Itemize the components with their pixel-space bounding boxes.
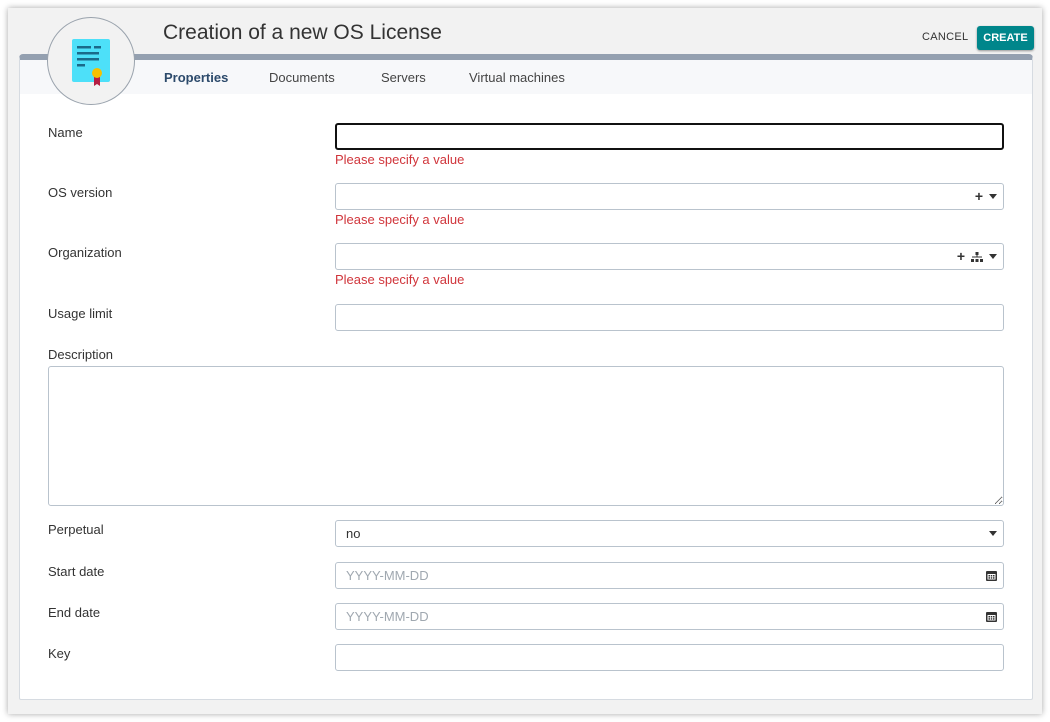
end-date-placeholder: YYYY-MM-DD bbox=[346, 609, 429, 624]
calendar-icon[interactable] bbox=[986, 570, 997, 581]
chevron-down-icon[interactable] bbox=[989, 531, 997, 536]
start-date-placeholder: YYYY-MM-DD bbox=[346, 568, 429, 583]
name-error: Please specify a value bbox=[335, 152, 465, 167]
tab-servers[interactable]: Servers bbox=[381, 70, 426, 85]
page-title: Creation of a new OS License bbox=[163, 21, 442, 44]
tab-virtual-machines[interactable]: Virtual machines bbox=[469, 70, 565, 85]
tab-documents[interactable]: Documents bbox=[269, 70, 335, 85]
os-version-error: Please specify a value bbox=[335, 212, 465, 227]
usage-limit-label: Usage limit bbox=[48, 306, 113, 321]
name-input[interactable] bbox=[335, 123, 1004, 150]
perpetual-value: no bbox=[346, 526, 361, 541]
start-date-input[interactable]: YYYY-MM-DD bbox=[335, 562, 1004, 589]
description-label: Description bbox=[48, 347, 114, 362]
organization-error: Please specify a value bbox=[335, 272, 465, 287]
perpetual-label: Perpetual bbox=[48, 522, 104, 537]
os-version-label: OS version bbox=[48, 185, 113, 200]
name-label: Name bbox=[48, 125, 83, 140]
description-textarea[interactable] bbox=[48, 366, 1004, 506]
license-avatar bbox=[47, 17, 135, 105]
os-version-select[interactable]: + bbox=[335, 183, 1004, 210]
organization-select[interactable]: + bbox=[335, 243, 1004, 270]
usage-limit-input[interactable] bbox=[335, 304, 1004, 331]
create-button[interactable]: CREATE bbox=[977, 26, 1034, 50]
end-date-input[interactable]: YYYY-MM-DD bbox=[335, 603, 1004, 630]
key-input[interactable] bbox=[335, 644, 1004, 671]
tab-properties[interactable]: Properties bbox=[164, 70, 228, 85]
chevron-down-icon[interactable] bbox=[989, 254, 997, 259]
key-label: Key bbox=[48, 646, 71, 661]
plus-icon[interactable]: + bbox=[975, 184, 983, 209]
organization-label: Organization bbox=[48, 245, 122, 260]
chevron-down-icon[interactable] bbox=[989, 194, 997, 199]
plus-icon[interactable]: + bbox=[957, 244, 965, 269]
start-date-label: Start date bbox=[48, 564, 105, 579]
license-certificate-icon bbox=[72, 39, 110, 86]
hierarchy-icon[interactable] bbox=[971, 251, 983, 262]
calendar-icon[interactable] bbox=[986, 611, 997, 622]
end-date-label: End date bbox=[48, 605, 101, 620]
tab-bar: Properties Documents Servers Virtual mac… bbox=[20, 60, 1032, 94]
perpetual-select[interactable]: no bbox=[335, 520, 1004, 547]
cancel-button[interactable]: CANCEL bbox=[922, 31, 968, 43]
